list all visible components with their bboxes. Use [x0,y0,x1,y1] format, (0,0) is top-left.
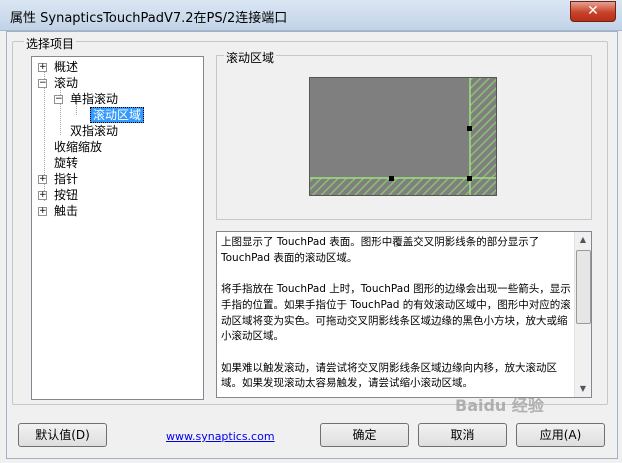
close-button[interactable]: ✕ [570,1,616,22]
tree-item-pointer[interactable]: + 指针 [38,171,78,187]
watermark: Baidu 经验 [455,396,544,415]
tree-item-label: 滚动区域 [90,107,145,123]
tree-item-buttons[interactable]: + 按钮 [38,187,78,203]
ok-button[interactable]: 确定 [320,423,409,447]
description-box[interactable]: 上图显示了 TouchPad 表面。图形中覆盖交叉阴影线条的部分显示了 Touc… [216,231,592,398]
description-text: 上图显示了 TouchPad 表面。图形中覆盖交叉阴影线条的部分显示了 Touc… [221,236,571,390]
corner-handle[interactable] [467,176,472,181]
scroll-thumb[interactable] [576,250,591,324]
expand-icon[interactable]: + [38,207,47,216]
tree-item-single-finger-scroll[interactable]: − 单指滚动 [54,91,118,107]
cancel-button[interactable]: 取消 [418,423,507,447]
group-label: 选择项目 [24,35,77,52]
settings-tree[interactable]: + 概述 − 滚动 − 单指滚动 滚动区域 双指滚动 收缩缩放 旋转 + 指针 … [31,56,204,400]
collapse-icon[interactable]: − [38,79,47,88]
defaults-button[interactable]: 默认值(D) [18,423,107,447]
tree-item-two-finger-scroll[interactable]: 双指滚动 [70,123,118,139]
synaptics-link[interactable]: www.synaptics.com [166,430,275,443]
tree-item-tap[interactable]: + 触击 [38,203,78,219]
tree-item-pinch-zoom[interactable]: 收缩缩放 [54,139,102,155]
panel-title: 滚动区域 [224,49,277,66]
tree-item-label: 旋转 [54,156,79,170]
tree-item-label: 指针 [54,172,79,186]
window-title: 属性 SynapticsTouchPadV7.2在PS/2连接端口 [10,11,288,26]
close-icon: ✕ [587,3,599,19]
tree-item-rotate[interactable]: 旋转 [54,155,78,171]
tree-item-label: 滚动 [54,76,79,90]
right-edge-handle[interactable] [467,126,472,131]
tree-item-label: 收缩缩放 [54,140,103,154]
title-bar: 属性 SynapticsTouchPadV7.2在PS/2连接端口 ✕ [0,0,622,31]
tree-item-label: 概述 [54,60,79,74]
collapse-icon[interactable]: − [54,95,63,104]
bottom-edge-handle[interactable] [389,176,394,181]
tree-item-label: 单指滚动 [70,92,119,106]
tree-item-scroll-region[interactable]: 滚动区域 [90,107,145,123]
tree-item-label: 按钮 [54,188,79,202]
expand-icon[interactable]: + [38,63,47,72]
scroll-up-icon[interactable]: ▲ [575,232,591,248]
expand-icon[interactable]: + [38,191,47,200]
touchpad-diagram [309,77,497,196]
tree-item-label: 双指滚动 [70,124,119,138]
tree-item-overview[interactable]: + 概述 [38,59,78,75]
vertical-scrollbar[interactable]: ▲ ▼ [574,232,591,397]
scroll-down-icon[interactable]: ▼ [575,381,591,397]
tree-item-scroll[interactable]: − 滚动 [38,75,78,91]
tree-item-label: 触击 [54,204,79,218]
apply-button[interactable]: 应用(A) [516,423,605,447]
expand-icon[interactable]: + [38,175,47,184]
